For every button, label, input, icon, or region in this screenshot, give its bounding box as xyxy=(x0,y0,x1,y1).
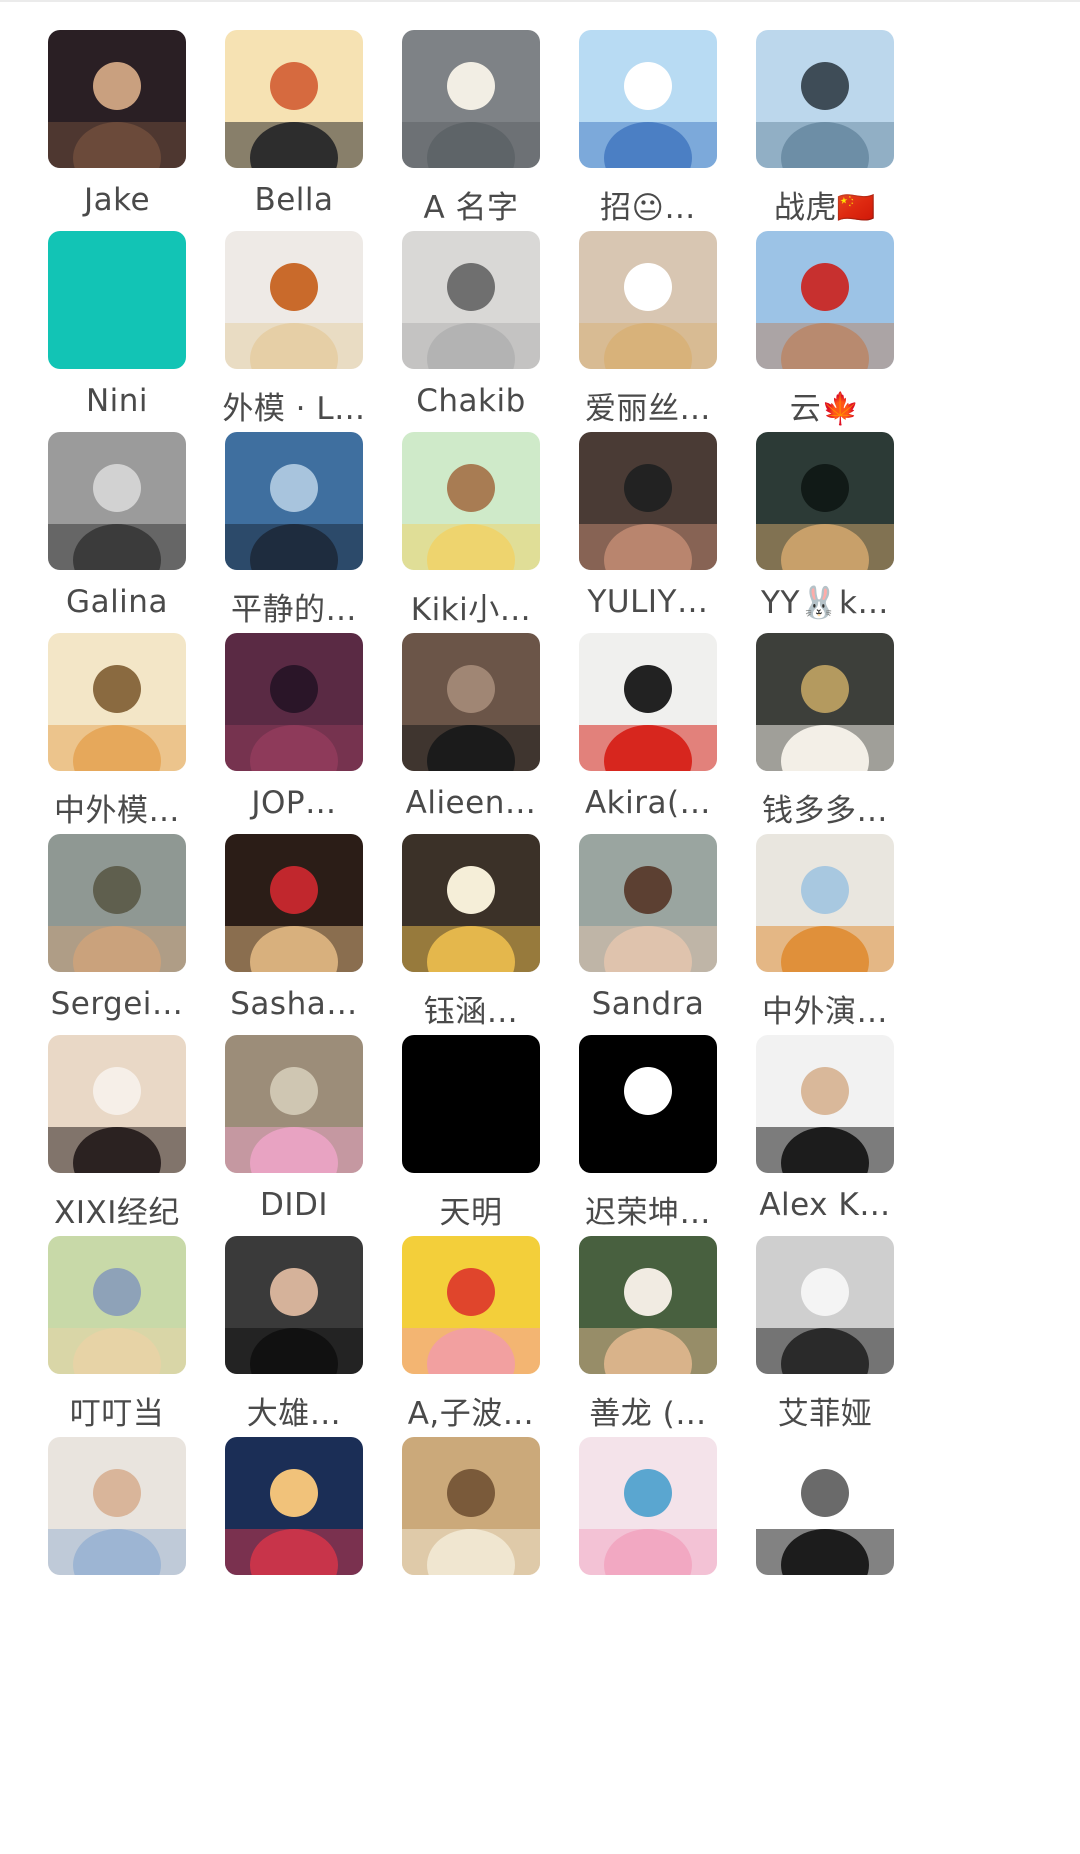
member-avatar[interactable] xyxy=(756,1236,894,1374)
member-avatar[interactable] xyxy=(48,834,186,972)
member-avatar[interactable] xyxy=(48,1236,186,1374)
member-avatar[interactable] xyxy=(579,1035,717,1173)
member-avatar[interactable] xyxy=(402,1437,540,1575)
member-avatar[interactable] xyxy=(402,633,540,771)
member-avatar[interactable] xyxy=(225,834,363,972)
member-avatar[interactable] xyxy=(402,834,540,972)
member-item[interactable]: 战虎🇨🇳 xyxy=(708,30,918,260)
member-name: 艾菲娅 xyxy=(777,1396,873,1432)
member-item[interactable] xyxy=(708,1437,918,1667)
member-avatar[interactable] xyxy=(225,231,363,369)
member-avatar[interactable] xyxy=(756,231,894,369)
member-avatar[interactable] xyxy=(756,432,894,570)
member-avatar[interactable] xyxy=(48,231,186,369)
member-avatar[interactable] xyxy=(402,1236,540,1374)
member-avatar[interactable] xyxy=(402,432,540,570)
member-avatar[interactable] xyxy=(756,834,894,972)
member-avatar[interactable] xyxy=(402,1035,540,1173)
member-avatar[interactable] xyxy=(48,1035,186,1173)
member-avatar[interactable] xyxy=(48,633,186,771)
member-avatar[interactable] xyxy=(225,30,363,168)
top-divider xyxy=(0,0,1080,2)
member-avatar[interactable] xyxy=(756,30,894,168)
member-avatar[interactable] xyxy=(756,633,894,771)
member-item[interactable]: YY🐰k… xyxy=(708,432,918,662)
member-avatar[interactable] xyxy=(48,1437,186,1575)
member-name: YY🐰k… xyxy=(761,585,889,621)
member-item[interactable]: 钱多多… xyxy=(708,633,918,863)
member-avatar[interactable] xyxy=(225,633,363,771)
member-avatar[interactable] xyxy=(756,1437,894,1575)
member-name: 战虎🇨🇳 xyxy=(773,190,877,226)
member-avatar[interactable] xyxy=(579,231,717,369)
member-item[interactable]: 云🍁 xyxy=(708,231,918,461)
member-avatar[interactable] xyxy=(225,432,363,570)
member-avatar[interactable] xyxy=(225,1236,363,1374)
member-avatar[interactable] xyxy=(579,1236,717,1374)
member-avatar[interactable] xyxy=(402,30,540,168)
member-avatar[interactable] xyxy=(225,1437,363,1575)
member-avatar[interactable] xyxy=(48,30,186,168)
member-name: 中外演… xyxy=(762,994,888,1030)
member-avatar[interactable] xyxy=(579,30,717,168)
member-avatar[interactable] xyxy=(579,633,717,771)
member-name: 云🍁 xyxy=(789,391,861,427)
member-avatar[interactable] xyxy=(225,1035,363,1173)
member-item[interactable]: 中外演… xyxy=(708,834,918,1064)
member-avatar[interactable] xyxy=(579,1437,717,1575)
member-avatar[interactable] xyxy=(579,834,717,972)
member-avatar[interactable] xyxy=(402,231,540,369)
member-name: Alex K… xyxy=(759,1187,891,1223)
member-avatar[interactable] xyxy=(756,1035,894,1173)
member-item[interactable]: Alex K… xyxy=(708,1035,918,1265)
member-item[interactable]: 艾菲娅 xyxy=(708,1236,918,1466)
member-avatar[interactable] xyxy=(579,432,717,570)
member-avatar[interactable] xyxy=(48,432,186,570)
member-name: 钱多多… xyxy=(762,793,888,829)
